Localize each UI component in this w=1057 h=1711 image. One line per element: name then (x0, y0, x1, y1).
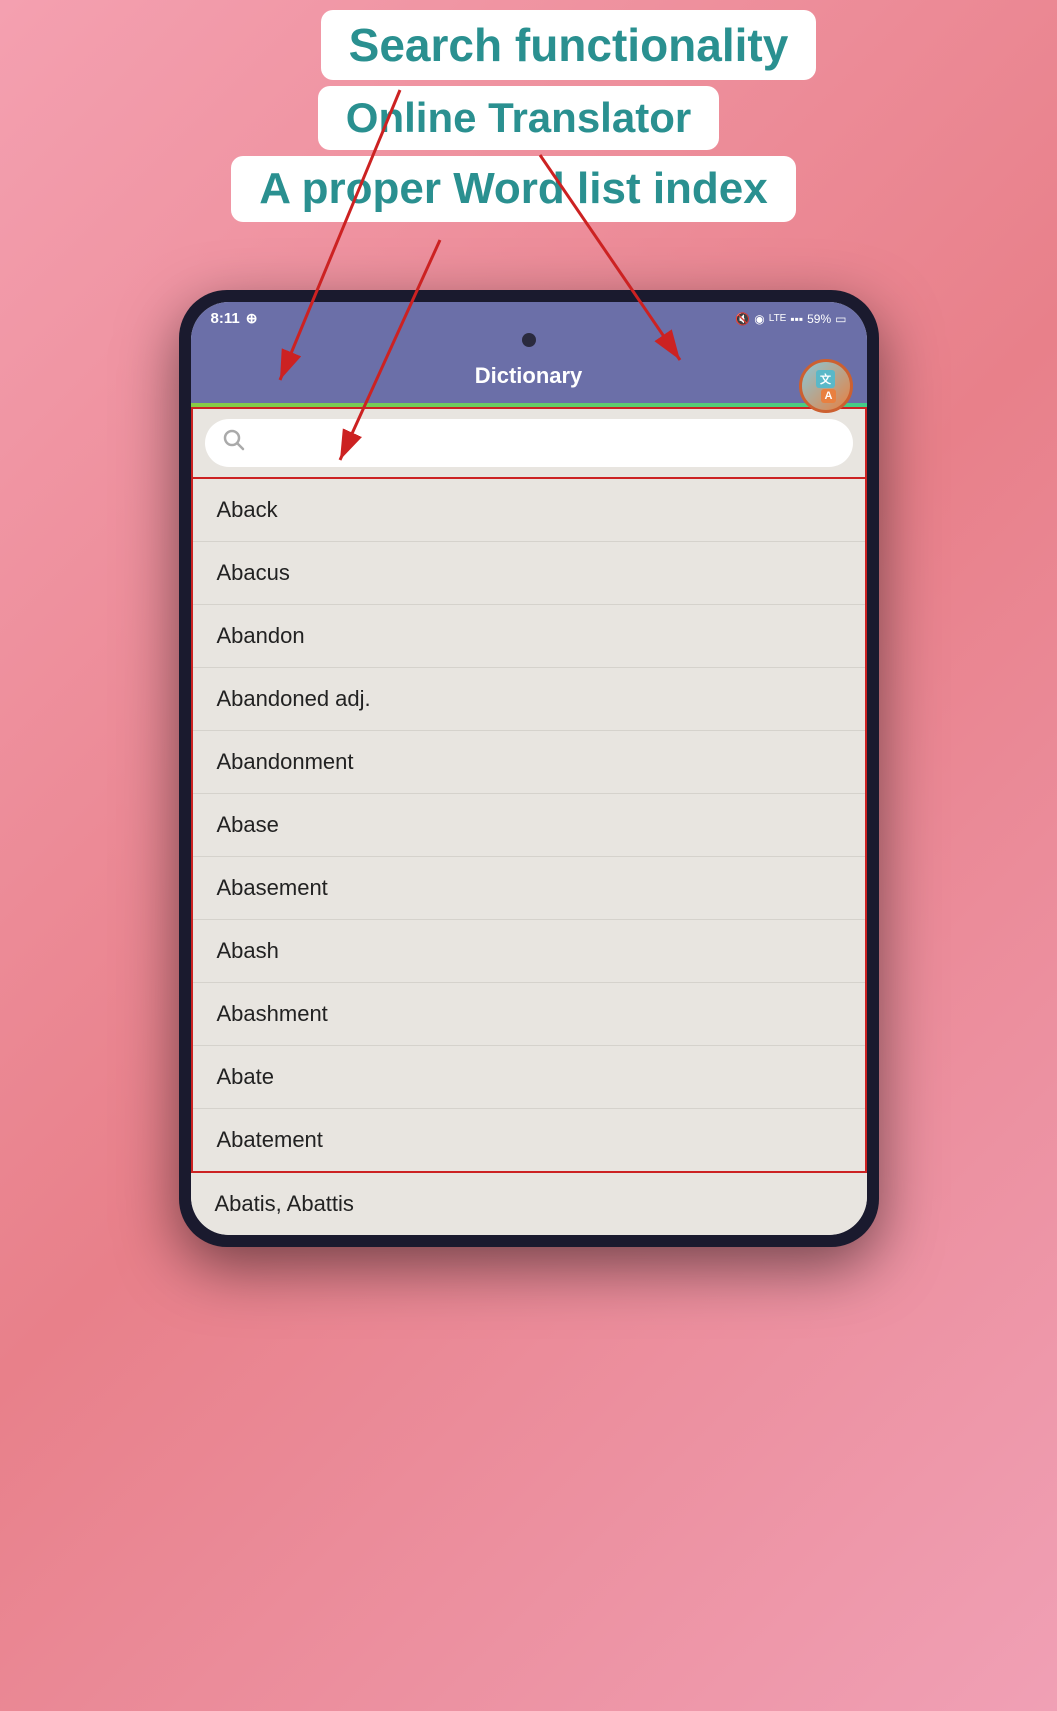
list-item[interactable]: Aback (193, 479, 865, 542)
mute-icon: 🔇 (735, 312, 750, 326)
online-translator-label: Online Translator (318, 86, 719, 150)
list-item[interactable]: Abandon (193, 605, 865, 668)
app-header: Dictionary 文 A (191, 353, 867, 403)
search-icon (223, 429, 245, 457)
list-item[interactable]: Abashment (193, 983, 865, 1046)
camera-notch-area (191, 333, 867, 353)
word-list: Aback Abacus Abandon Abandoned adj. Aban… (191, 479, 867, 1173)
word-list-index-label: A proper Word list index (231, 156, 796, 222)
list-item[interactable]: Abacus (193, 542, 865, 605)
status-left: 8:11 ⊕ (211, 310, 258, 327)
search-container (191, 407, 867, 479)
status-time: 8:11 (211, 310, 240, 327)
list-item[interactable]: Abase (193, 794, 865, 857)
list-item[interactable]: Abasement (193, 857, 865, 920)
status-right: 🔇 ◉ LTE ▪▪▪ 59% ▭ (735, 312, 846, 326)
status-bar: 8:11 ⊕ 🔇 ◉ LTE ▪▪▪ 59% ▭ (191, 302, 867, 333)
wifi-icon: ◉ (754, 312, 764, 326)
camera-dot (522, 333, 536, 347)
translate-button[interactable]: 文 A (799, 359, 853, 413)
signal-icon: ▪▪▪ (790, 312, 803, 326)
app-title: Dictionary (475, 363, 583, 389)
list-item[interactable]: Abandoned adj. (193, 668, 865, 731)
whatsapp-icon: ⊕ (246, 310, 258, 327)
battery-level: 59% (807, 312, 831, 326)
translate-icon: 文 A (815, 370, 837, 403)
phone-screen: 8:11 ⊕ 🔇 ◉ LTE ▪▪▪ 59% ▭ Dictionary 文 A (191, 302, 867, 1235)
lte-icon: LTE (769, 313, 787, 324)
list-item-last[interactable]: Abatis, Abattis (191, 1173, 867, 1235)
list-item[interactable]: Abatement (193, 1109, 865, 1171)
phone-frame: 8:11 ⊕ 🔇 ◉ LTE ▪▪▪ 59% ▭ Dictionary 文 A (179, 290, 879, 1247)
list-item[interactable]: Abash (193, 920, 865, 983)
list-item[interactable]: Abate (193, 1046, 865, 1109)
list-item[interactable]: Abandonment (193, 731, 865, 794)
search-box[interactable] (205, 419, 853, 467)
battery-icon: ▭ (835, 312, 846, 326)
translate-icon-english: A (821, 389, 837, 403)
search-input[interactable] (257, 433, 835, 454)
translate-icon-chinese: 文 (816, 370, 835, 388)
search-functionality-label: Search functionality (321, 10, 817, 80)
